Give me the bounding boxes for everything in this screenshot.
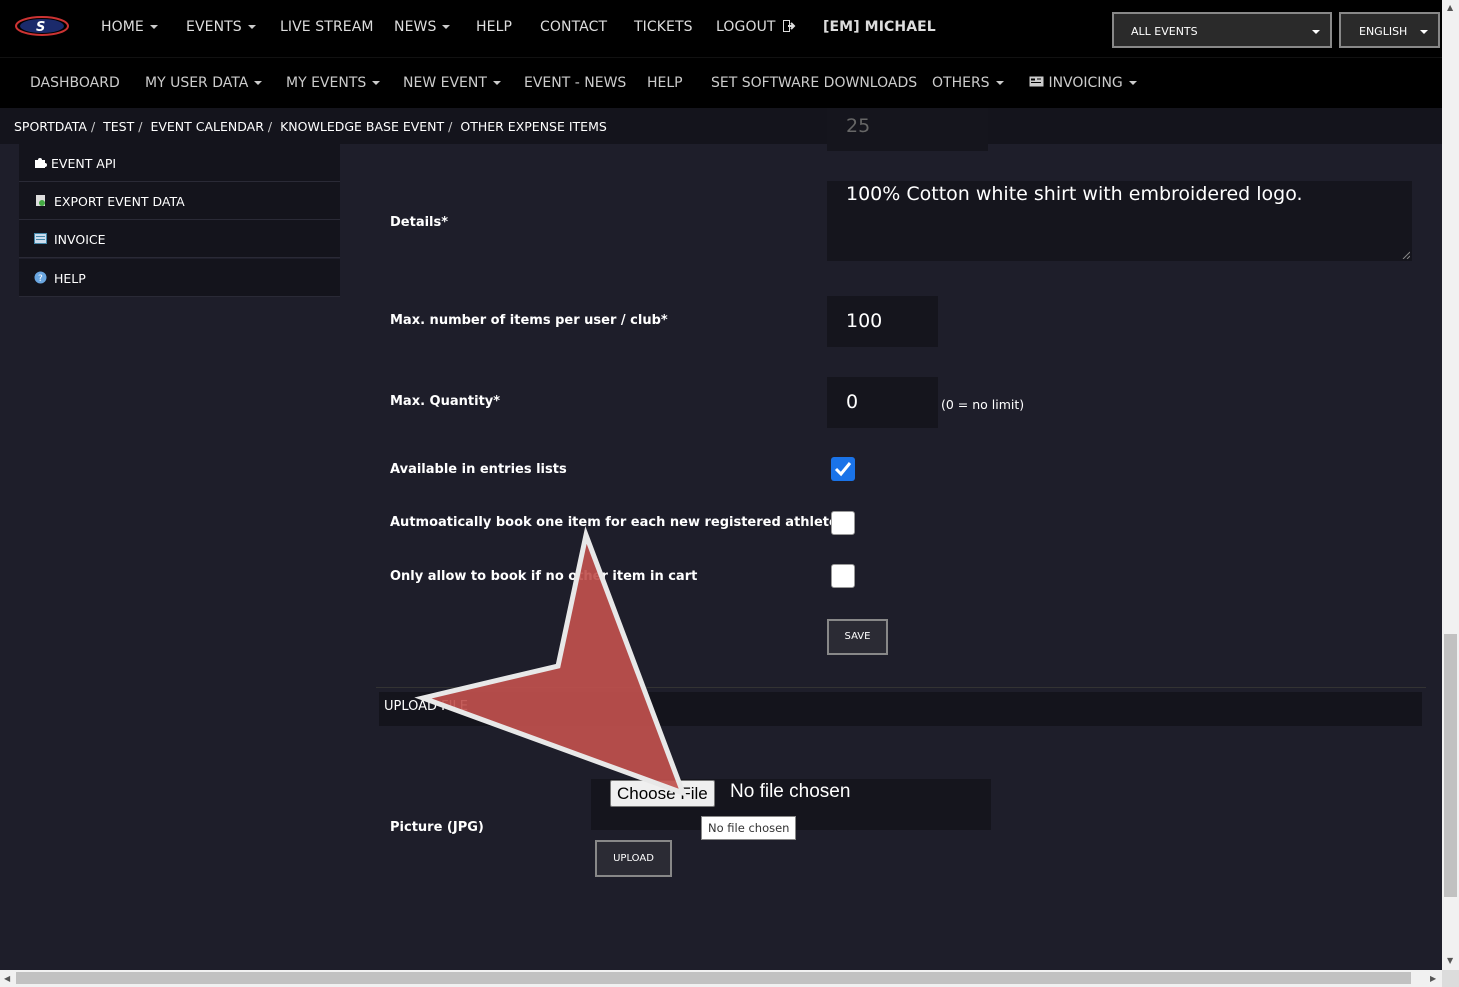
caret-down-icon: [1420, 30, 1428, 34]
only-allow-checkbox[interactable]: [831, 564, 855, 588]
breadcrumb-item[interactable]: SPORTDATA: [14, 119, 87, 134]
caret-down-icon: [149, 25, 158, 29]
nav-logout[interactable]: LOGOUT: [716, 19, 796, 35]
caret-down-icon: [1312, 30, 1320, 34]
caret-down-icon: [442, 25, 451, 29]
nav-my-events[interactable]: MY EVENTS: [286, 75, 381, 91]
breadcrumb-item[interactable]: KNOWLEDGE BASE EVENT: [280, 119, 444, 134]
nav-set-software-downloads[interactable]: SET SOFTWARE DOWNLOADS: [711, 75, 917, 91]
breadcrumb-item[interactable]: TEST: [103, 119, 134, 134]
max-quantity-label: Max. Quantity*: [390, 394, 501, 409]
sportdata-logo[interactable]: S: [14, 14, 70, 38]
invoicing-icon: [1029, 76, 1044, 87]
breadcrumb-item[interactable]: EVENT CALENDAR: [150, 119, 263, 134]
puzzle-icon: [35, 158, 47, 168]
choose-file-button[interactable]: Choose File: [610, 780, 715, 807]
available-checkbox[interactable]: [831, 457, 855, 481]
sidebar-item-event-api[interactable]: EVENT API: [19, 144, 340, 182]
nav-new-event[interactable]: NEW EVENT: [403, 75, 501, 91]
resize-handle-icon[interactable]: [1402, 251, 1410, 259]
upload-section-header: UPLOAD FILE: [379, 692, 1422, 726]
svg-text:S: S: [36, 20, 45, 35]
caret-down-icon: [1128, 81, 1137, 85]
auto-book-checkbox[interactable]: [831, 511, 855, 535]
nav-event-news[interactable]: EVENT - NEWS: [524, 75, 626, 91]
export-icon: [36, 195, 45, 206]
max-items-label: Max. number of items per user / club*: [390, 313, 668, 328]
nav-invoicing[interactable]: INVOICING: [1029, 75, 1137, 91]
max-items-input[interactable]: 100: [827, 296, 938, 347]
sidebar-item-invoice[interactable]: INVOICE: [19, 220, 340, 258]
sidebar-item-help[interactable]: ? HELP: [19, 259, 340, 297]
svg-text:?: ?: [38, 274, 43, 284]
nav-others[interactable]: OTHERS: [932, 75, 1004, 91]
horizontal-scroll-thumb[interactable]: [16, 972, 1411, 984]
breadcrumb-item[interactable]: OTHER EXPENSE ITEMS: [460, 119, 606, 134]
logout-icon: [783, 20, 796, 32]
caret-down-icon: [254, 81, 263, 85]
nav-my-user-data[interactable]: MY USER DATA: [145, 75, 263, 91]
breadcrumb-trail: SPORTDATA / TEST / EVENT CALENDAR / KNOWLED…: [14, 119, 607, 134]
nav-help[interactable]: HELP: [476, 19, 512, 35]
max-quantity-hint: (0 = no limit): [941, 397, 1025, 412]
tooltip: No file chosen: [701, 816, 797, 840]
available-label: Available in entries lists: [390, 462, 567, 477]
caret-down-icon: [492, 81, 501, 85]
max-quantity-input[interactable]: 0: [827, 377, 938, 428]
vertical-scroll-thumb[interactable]: [1444, 634, 1457, 897]
picture-label: Picture (JPG): [390, 820, 484, 835]
caret-down-icon: [372, 81, 381, 85]
scroll-up-icon[interactable]: ▲: [1447, 3, 1453, 12]
current-user[interactable]: [EM] MICHAEL: [823, 19, 936, 35]
nav-help-2[interactable]: HELP: [647, 75, 683, 91]
sidebar-item-export-event-data[interactable]: EXPORT EVENT DATA: [19, 182, 340, 220]
file-status: No file chosen: [730, 781, 851, 802]
nav-news[interactable]: NEWS: [394, 19, 451, 35]
upload-button[interactable]: UPLOAD: [595, 840, 672, 877]
save-button[interactable]: SAVE: [827, 619, 888, 655]
caret-down-icon: [247, 25, 256, 29]
help-icon: ?: [34, 271, 47, 284]
caret-down-icon: [995, 81, 1004, 85]
event-select[interactable]: ALL EVENTS: [1112, 12, 1332, 48]
nav-tickets[interactable]: TICKETS: [634, 19, 693, 35]
section-divider: [376, 687, 1426, 688]
scroll-down-icon[interactable]: ▼: [1447, 956, 1453, 965]
only-allow-label: Only allow to book if no other item in c…: [390, 569, 698, 584]
invoice-icon: [34, 233, 47, 244]
nav-contact[interactable]: CONTACT: [540, 19, 607, 35]
nav-events[interactable]: EVENTS: [186, 19, 256, 35]
details-textarea[interactable]: 100% Cotton white shirt with embroidered…: [827, 181, 1412, 261]
price-field[interactable]: 25: [827, 108, 988, 151]
scrollbar-corner: [1442, 970, 1459, 987]
language-select[interactable]: ENGLISH: [1339, 12, 1440, 48]
nav-live-stream[interactable]: LIVE STREAM: [280, 19, 374, 35]
scroll-right-icon[interactable]: ▶: [1430, 974, 1436, 983]
nav-dashboard[interactable]: DASHBOARD: [30, 75, 120, 91]
nav-home[interactable]: HOME: [101, 19, 158, 35]
upload-section-title: UPLOAD FILE: [384, 699, 468, 714]
details-label: Details*: [390, 215, 449, 230]
checkmark-icon: [834, 462, 852, 477]
scroll-left-icon[interactable]: ◀: [4, 974, 10, 983]
auto-book-label: Autmoatically book one item for each new…: [390, 515, 838, 530]
